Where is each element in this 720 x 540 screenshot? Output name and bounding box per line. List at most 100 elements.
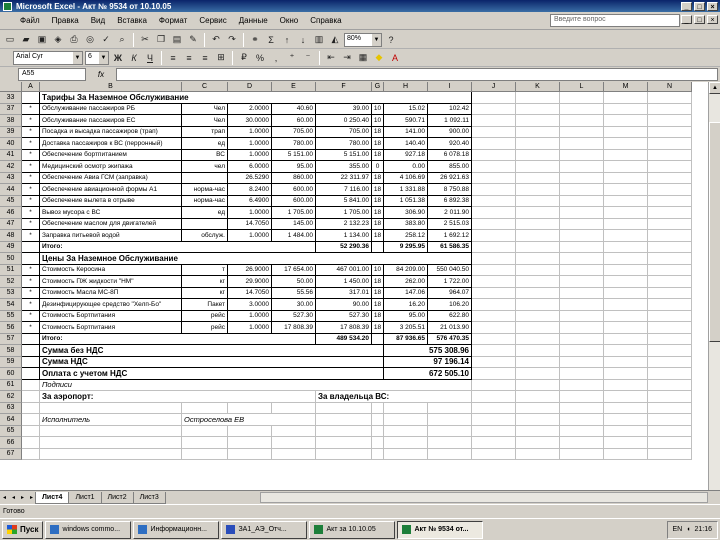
menu-data[interactable]: Данные (233, 16, 274, 25)
row-header[interactable]: 56 (0, 322, 22, 334)
empty-cell[interactable] (472, 448, 516, 460)
cell[interactable]: 6 892.38 (428, 195, 472, 207)
undo-icon[interactable]: ↶ (209, 33, 223, 47)
cell[interactable]: * (22, 161, 40, 173)
cell[interactable]: рейс (182, 322, 228, 334)
row-header[interactable]: 55 (0, 310, 22, 322)
menu-window[interactable]: Окно (274, 16, 305, 25)
cell[interactable]: 7 116.00 (316, 184, 372, 196)
empty-cell[interactable] (560, 184, 604, 196)
help-icon[interactable]: ? (384, 33, 398, 47)
item-name-cell[interactable]: Обслуживание пассажиров ЕС (40, 115, 182, 127)
empty-cell[interactable] (516, 161, 560, 173)
empty-cell[interactable] (272, 437, 316, 449)
cell[interactable]: 1 051.38 (384, 195, 428, 207)
empty-cell[interactable] (516, 253, 560, 265)
cell[interactable]: 17 808.39 (272, 322, 316, 334)
cell[interactable]: 4 106.69 (384, 172, 428, 184)
empty-cell[interactable] (604, 368, 648, 380)
cell[interactable]: 10 (372, 264, 384, 276)
empty-cell[interactable] (472, 299, 516, 311)
cell[interactable]: 262.00 (384, 276, 428, 288)
empty-cell[interactable] (648, 241, 692, 253)
executor-label[interactable]: Исполнитель (40, 414, 182, 426)
cell[interactable]: 527.30 (272, 310, 316, 322)
empty-cell[interactable] (604, 253, 648, 265)
cell[interactable]: 1 692.12 (428, 230, 472, 242)
cell[interactable]: * (22, 218, 40, 230)
total-with-vat[interactable]: 576 470.35 (428, 333, 472, 345)
total-amount[interactable]: 489 534.20 (316, 333, 372, 345)
cell[interactable]: 355.00 (316, 161, 372, 173)
empty-cell[interactable] (516, 264, 560, 276)
empty-cell[interactable] (516, 310, 560, 322)
cell[interactable]: 600.00 (272, 195, 316, 207)
cell[interactable]: 1 331.88 (384, 184, 428, 196)
empty-cell[interactable] (604, 345, 648, 357)
currency-icon[interactable]: ₽ (237, 51, 251, 65)
cell[interactable]: Чел (182, 115, 228, 127)
item-name-cell[interactable]: Обеспечение авиационной формы А1 (40, 184, 182, 196)
cell[interactable]: * (22, 230, 40, 242)
cell[interactable]: 26.9000 (228, 264, 272, 276)
empty-cell[interactable] (228, 402, 272, 414)
empty-cell[interactable] (472, 92, 516, 104)
empty-cell[interactable] (472, 172, 516, 184)
total-label[interactable]: Итого: (40, 333, 316, 345)
cell[interactable]: 18 (372, 195, 384, 207)
empty-cell[interactable] (516, 207, 560, 219)
cell[interactable]: 590.71 (384, 115, 428, 127)
cell[interactable]: ВС (182, 149, 228, 161)
empty-cell[interactable] (516, 115, 560, 127)
cell[interactable]: 18 (372, 310, 384, 322)
align-center-icon[interactable]: ≡ (182, 51, 196, 65)
zoom-select[interactable]: 80% ▼ (344, 32, 382, 47)
empty-cell[interactable] (560, 379, 604, 391)
row-header[interactable]: 67 (0, 448, 22, 460)
row-header[interactable]: 66 (0, 437, 22, 449)
cell[interactable] (372, 333, 384, 345)
cell[interactable]: 1.0000 (228, 230, 272, 242)
cell[interactable]: 17 808.39 (316, 322, 372, 334)
empty-cell[interactable] (648, 126, 692, 138)
row-header[interactable]: 53 (0, 287, 22, 299)
spreadsheet-grid[interactable]: ABCDEFGHIJKLMN 33 Тарифы За Наземное Обсл… (0, 82, 708, 490)
owner-signature-label[interactable]: За владельца ВС: (316, 391, 472, 403)
empty-cell[interactable] (560, 92, 604, 104)
cell[interactable]: 622.80 (428, 310, 472, 322)
empty-cell[interactable] (648, 218, 692, 230)
total-vat[interactable]: 9 295.95 (384, 241, 428, 253)
cell[interactable]: 26.5290 (228, 172, 272, 184)
cell[interactable]: 1.0000 (228, 322, 272, 334)
minimize-button[interactable]: _ (681, 1, 692, 11)
cell[interactable]: Пакет (182, 299, 228, 311)
cell[interactable]: 927.18 (384, 149, 428, 161)
cell[interactable] (22, 241, 40, 253)
menu-insert[interactable]: Вставка (111, 16, 153, 25)
cell[interactable] (22, 379, 40, 391)
empty-cell[interactable] (648, 368, 692, 380)
cell[interactable]: * (22, 322, 40, 334)
borders-icon[interactable]: ▦ (356, 51, 370, 65)
cell[interactable]: т (182, 264, 228, 276)
cell[interactable]: 18 (372, 230, 384, 242)
save-icon[interactable]: ▣ (35, 33, 49, 47)
empty-cell[interactable] (516, 356, 560, 368)
empty-cell[interactable] (516, 345, 560, 357)
row-header[interactable]: 43 (0, 172, 22, 184)
empty-cell[interactable] (560, 241, 604, 253)
empty-cell[interactable] (40, 402, 182, 414)
row-header[interactable]: 50 (0, 253, 22, 265)
row-header[interactable]: 59 (0, 356, 22, 368)
empty-cell[interactable] (372, 414, 384, 426)
empty-cell[interactable] (472, 195, 516, 207)
cell[interactable]: 18 (372, 184, 384, 196)
cell[interactable]: 8.2400 (228, 184, 272, 196)
empty-cell[interactable] (648, 207, 692, 219)
empty-cell[interactable] (516, 241, 560, 253)
empty-cell[interactable] (604, 184, 648, 196)
empty-cell[interactable] (604, 161, 648, 173)
empty-cell[interactable] (516, 299, 560, 311)
italic-icon[interactable]: К (127, 51, 141, 65)
cell[interactable]: * (22, 172, 40, 184)
